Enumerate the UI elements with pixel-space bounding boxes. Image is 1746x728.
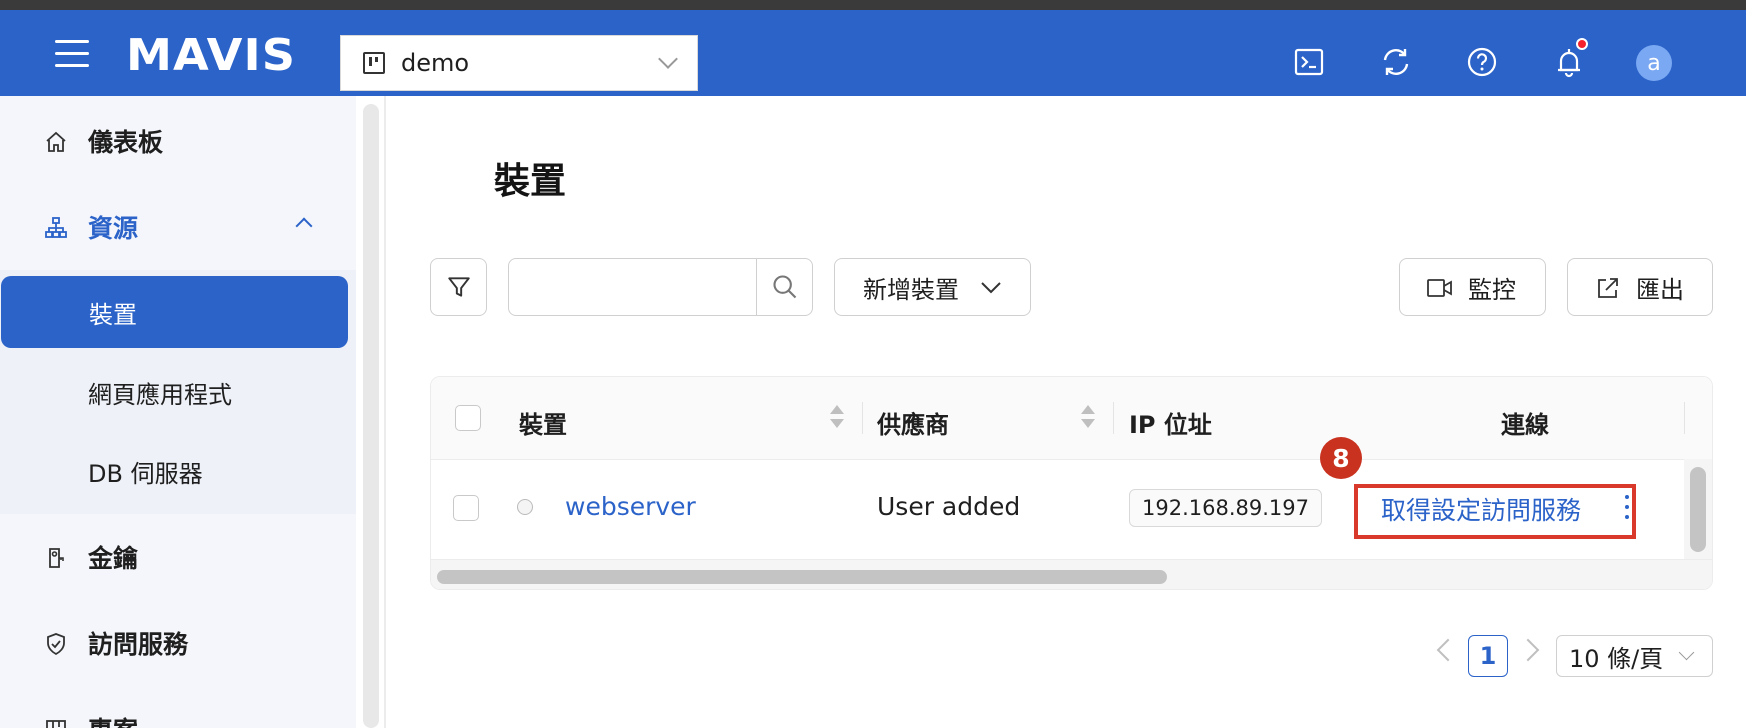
user-avatar[interactable]: a [1636,45,1672,81]
home-icon [46,131,66,152]
filter-icon [447,277,470,297]
previous-page-icon[interactable] [1436,638,1460,662]
column-separator [1113,402,1114,434]
scrollbar-thumb[interactable] [1690,467,1706,552]
column-header-vendor[interactable]: 供應商 [877,405,949,440]
project-name: demo [401,49,470,77]
add-device-label: 新增裝置 [863,275,959,304]
scrollbar-thumb[interactable] [437,570,1167,584]
table-header: 裝置 供應商 IP 位址 連線 [431,377,1712,460]
refresh-icon[interactable] [1380,46,1412,78]
chevron-up-icon [295,217,313,235]
browser-chrome-strip [0,0,1746,10]
search-icon [773,275,797,299]
current-page-button[interactable]: 1 [1468,635,1508,677]
column-header-device[interactable]: 裝置 [519,405,567,440]
page-size-label: 10 條/頁 [1569,644,1664,673]
vendor-cell: User added [877,492,1021,521]
sidebar-subitem-web-apps[interactable]: 網頁應用程式 [0,356,348,428]
column-header-ip: IP 位址 [1129,411,1212,439]
project-board-icon [363,52,385,74]
sidebar-subitem-db-servers[interactable]: DB 伺服器 [0,435,348,507]
sidebar-item-access-services[interactable]: 訪問服務 [0,610,348,676]
sidebar-item-dashboard[interactable]: 儀表板 [0,108,348,174]
help-icon[interactable] [1466,46,1498,78]
page-size-select[interactable]: 10 條/頁 [1556,635,1713,677]
table-horizontal-scrollbar[interactable] [431,559,1712,589]
sidebar: 儀表板 資源 裝置 網頁應用程式 DB 伺服器 金鑰 訪問服務 [0,96,356,728]
export-label: 匯出 [1636,275,1684,304]
row-select-checkbox[interactable] [453,495,479,521]
sidebar-divider [384,96,386,728]
device-status-indicator [517,499,533,515]
column-separator [1684,402,1685,434]
sort-device-icon[interactable] [830,405,844,431]
external-link-icon [1598,278,1618,298]
search-box [508,258,813,316]
search-button[interactable] [757,259,812,315]
terminal-icon[interactable] [1293,46,1325,78]
filter-button[interactable] [430,258,487,316]
sidebar-item-resources[interactable]: 資源 [0,194,348,260]
sidebar-subitem-label: 網頁應用程式 [88,380,232,409]
sidebar-subitem-devices[interactable]: 裝置 [1,276,348,348]
annotation-highlight-box [1354,484,1636,539]
app-logo: MAVIS [125,30,297,81]
add-device-button[interactable]: 新增裝置 [834,258,1031,316]
ip-address-tag: 192.168.89.197 [1129,489,1322,527]
top-navigation-bar: MAVIS demo a [0,10,1746,96]
sidebar-subitem-label: DB 伺服器 [88,459,203,488]
menu-toggle-icon[interactable] [55,40,89,68]
search-input[interactable] [515,265,759,311]
sitemap-icon [45,217,67,238]
device-name-link[interactable]: webserver [565,492,696,521]
chevron-down-icon [658,49,678,69]
sidebar-subitem-label: 裝置 [89,300,137,329]
monitor-button[interactable]: 監控 [1399,258,1546,316]
sidebar-item-label: 專案 [88,711,138,728]
shield-check-icon [47,633,65,656]
column-separator [862,402,863,434]
key-icon [49,548,64,568]
devices-table: 裝置 供應商 IP 位址 連線 webserver User added 192… [430,376,1713,590]
monitor-label: 監控 [1468,275,1516,304]
video-camera-icon [1427,279,1452,297]
sidebar-scrollbar[interactable] [363,104,379,728]
sidebar-item-keys[interactable]: 金鑰 [0,524,348,590]
sidebar-item-label: 儀表板 [88,128,164,157]
select-all-checkbox[interactable] [455,405,481,431]
chevron-down-icon [981,282,1001,294]
table-vertical-scrollbar[interactable] [1684,459,1712,559]
next-page-icon[interactable] [1516,638,1540,662]
step-number-badge: 8 [1320,437,1362,479]
sidebar-item-label: 資源 [88,214,139,243]
sidebar-item-label: 金鑰 [88,544,139,573]
sort-vendor-icon[interactable] [1081,405,1095,431]
sidebar-item-projects[interactable]: 專案 [0,696,348,728]
sidebar-item-label: 訪問服務 [88,630,189,659]
page-title: 裝置 [494,161,567,202]
bell-icon[interactable] [1553,46,1585,78]
chevron-down-icon [1678,644,1695,661]
project-selector[interactable]: demo [340,35,698,91]
project-icon [46,720,66,728]
column-header-connection: 連線 [1501,411,1549,439]
export-button[interactable]: 匯出 [1567,258,1713,316]
notification-badge [1576,38,1588,50]
